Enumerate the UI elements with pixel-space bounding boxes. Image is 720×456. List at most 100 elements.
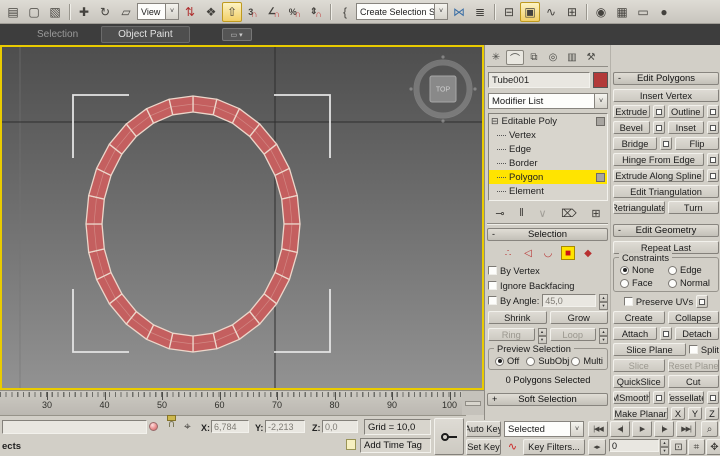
spinner[interactable]: ▴▾ <box>599 294 608 307</box>
radio-edge[interactable] <box>668 266 677 275</box>
spinner[interactable]: ▴▾ <box>599 328 608 341</box>
graphite-modeling-tools-button[interactable]: ▣ <box>520 2 540 22</box>
x-button[interactable]: X <box>671 407 685 420</box>
coordinate-z-field[interactable]: 0,0 <box>322 420 358 433</box>
flip-button[interactable]: Flip <box>675 137 719 150</box>
motion-tab[interactable]: ◎ <box>544 50 562 65</box>
isolate-selection-icon[interactable]: ⊡ <box>670 439 687 455</box>
next-frame-button[interactable]: |▶ <box>654 421 674 437</box>
slice-plane-button[interactable]: Slice Plane <box>613 343 686 356</box>
outline-button[interactable]: Outline <box>668 105 705 118</box>
tessellate-button[interactable]: Tessellate <box>668 391 705 404</box>
radio-normal[interactable] <box>668 279 677 288</box>
pan-view-icon[interactable]: ✥ <box>706 439 720 455</box>
transform-type-in-toggle[interactable]: ⌖ <box>184 419 191 434</box>
timeline-scrollbar[interactable] <box>462 390 484 415</box>
y-button[interactable]: Y <box>688 407 702 420</box>
angle-snap-button[interactable]: ∠∩ <box>264 2 284 22</box>
align-button[interactable]: ≣ <box>470 2 490 22</box>
element-subobject-icon[interactable]: ◆ <box>581 246 595 260</box>
stack-row-editable-poly[interactable]: ⊟Editable Poly <box>489 114 607 128</box>
object-name-field[interactable]: Tube001 <box>488 72 590 88</box>
stack-row-polygon[interactable]: Polygon <box>489 170 607 184</box>
utilities-tab[interactable]: ⚒ <box>582 50 600 65</box>
named-selection-sets-dropdown[interactable]: Create Selection Se˅ <box>356 3 448 20</box>
settings-box-button[interactable] <box>707 105 719 118</box>
key-filters-button[interactable]: Key Filters... <box>523 439 585 455</box>
render-production-button[interactable]: ● <box>654 2 674 22</box>
go-to-end-button[interactable]: ▶▶| <box>676 421 696 437</box>
edge-subobject-icon[interactable]: ◁ <box>521 246 535 260</box>
attach-button[interactable]: Attach <box>613 327 657 340</box>
quickslice-button[interactable]: QuickSlice <box>613 375 665 388</box>
ribbon-tab-selection[interactable]: Selection <box>20 26 95 43</box>
select-and-rotate-button[interactable]: ↻ <box>95 2 115 22</box>
percent-snap-button[interactable]: %∩ <box>285 2 305 22</box>
curve-editor-button[interactable]: ∿ <box>541 2 561 22</box>
keyboard-shortcut-override-button[interactable]: ⇧ <box>222 2 242 22</box>
remove-modifier-button[interactable]: ⌦ <box>561 207 577 220</box>
vertex-subobject-icon[interactable]: ∴ <box>501 246 515 260</box>
object-color-swatch[interactable] <box>593 72 608 88</box>
msmooth-button[interactable]: MSmooth <box>613 391 650 404</box>
rectangular-selection-region-button[interactable]: ▢ <box>24 2 44 22</box>
pin-stack-button[interactable]: ⊸ <box>495 207 504 220</box>
settings-box-button[interactable] <box>660 327 672 340</box>
coordinate-y-field[interactable]: -2,213 <box>265 420 305 433</box>
ignore-backfacing-checkbox[interactable] <box>488 281 497 290</box>
previous-frame-button[interactable]: ◀| <box>610 421 630 437</box>
border-subobject-icon[interactable]: ◡ <box>541 246 555 260</box>
go-to-start-button[interactable]: |◀◀ <box>588 421 608 437</box>
radio-subobj[interactable] <box>526 357 535 366</box>
select-and-move-button[interactable]: ✚ <box>74 2 94 22</box>
by-angle-checkbox[interactable] <box>488 296 497 305</box>
layer-manager-button[interactable]: ⊟ <box>499 2 519 22</box>
reference-coordinate-system-dropdown[interactable]: View˅ <box>137 3 179 20</box>
radio-option-off[interactable]: Off <box>495 356 524 366</box>
inset-button[interactable]: Inset <box>668 121 705 134</box>
key-mode-toggle-button[interactable]: ◂▸ <box>588 439 606 455</box>
render-setup-button[interactable]: ▦ <box>612 2 632 22</box>
frame-spinner[interactable]: ▴▾ <box>660 439 669 455</box>
edit-polygons-rollout-header[interactable]: -Edit Polygons <box>613 72 719 85</box>
edit-triangulation-button[interactable]: Edit Triangulation <box>613 185 719 198</box>
set-keys-button[interactable] <box>434 418 464 455</box>
radio-off[interactable] <box>495 357 504 366</box>
create-button[interactable]: Create <box>613 311 665 324</box>
radio-option-multi[interactable]: Multi <box>571 356 603 366</box>
create-tab[interactable]: ✳ <box>487 50 505 65</box>
spinner-snap-button[interactable]: ⇕∩ <box>306 2 326 22</box>
rendered-frame-window-button[interactable]: ▭ <box>633 2 653 22</box>
settings-box-button[interactable] <box>660 137 672 150</box>
by-vertex-checkbox[interactable] <box>488 266 497 275</box>
settings-box-button[interactable] <box>653 121 665 134</box>
selection-filter-button[interactable]: ▤ <box>3 2 23 22</box>
selection-rollout-header[interactable]: - Selection <box>487 228 608 241</box>
settings-box-button[interactable] <box>707 121 719 134</box>
split-checkbox[interactable] <box>689 345 698 354</box>
radio-face[interactable] <box>620 279 629 288</box>
radio-option-face[interactable]: Face <box>620 278 666 288</box>
zoom-tool-icon[interactable]: ⌕ <box>701 421 718 437</box>
settings-box-button[interactable] <box>707 153 719 166</box>
z-button[interactable]: Z <box>705 407 719 420</box>
polygon-subobject-icon[interactable]: ■ <box>561 246 575 260</box>
extrude-along-spline-button[interactable]: Extrude Along Spline <box>613 169 704 182</box>
preserve-uvs-checkbox[interactable] <box>624 297 633 306</box>
use-pivot-point-center-button[interactable]: ⇅ <box>180 2 200 22</box>
ribbon-tab-object-paint[interactable]: Object Paint <box>101 26 189 43</box>
stack-row-edge[interactable]: Edge <box>489 142 607 156</box>
modifier-stack[interactable]: ⊟Editable PolyVertexEdgeBorderPolygonEle… <box>488 113 608 201</box>
selected-time-dropdown[interactable]: Selected ˅ <box>504 421 584 437</box>
cut-button[interactable]: Cut <box>668 375 720 388</box>
bridge-button[interactable]: Bridge <box>613 137 657 150</box>
paint-selection-region-button[interactable]: ▧ <box>45 2 65 22</box>
make-planar-button[interactable]: Make Planar <box>613 407 668 420</box>
settings-box-button[interactable] <box>653 105 665 118</box>
ribbon-minimize-button[interactable]: ▭ ▾ <box>222 28 252 41</box>
settings-box-button[interactable] <box>653 391 665 404</box>
snaps-toggle-button[interactable]: 3∩ <box>243 2 263 22</box>
zoom-region-icon[interactable]: ⌗ <box>688 439 705 455</box>
material-editor-button[interactable]: ◉ <box>591 2 611 22</box>
edit-named-selection-sets-button[interactable]: { <box>335 2 355 22</box>
